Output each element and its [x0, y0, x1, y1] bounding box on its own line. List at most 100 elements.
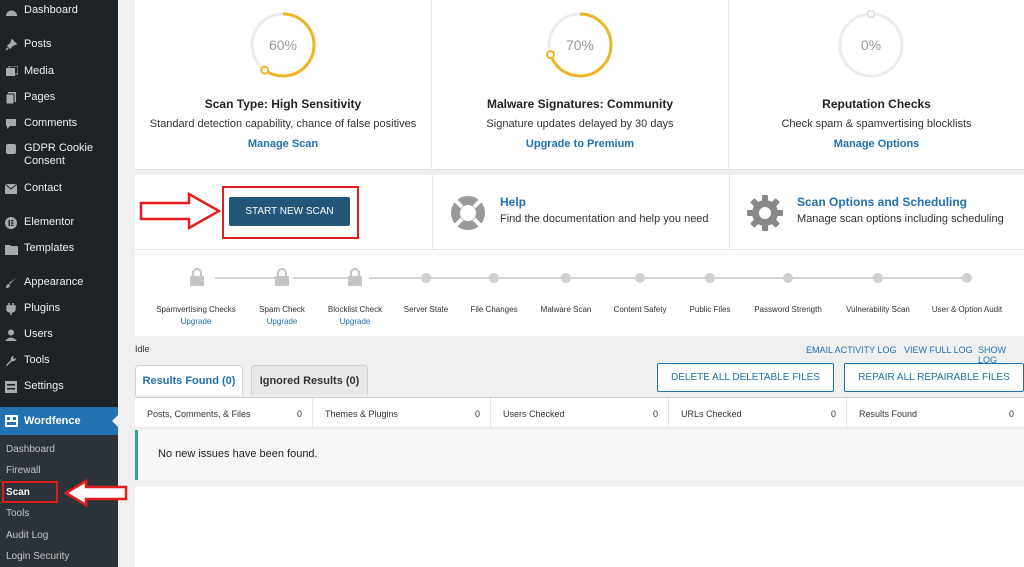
email-activity-log-link[interactable]: EMAIL ACTIVITY LOG	[806, 345, 897, 355]
progress-ring: 70%	[546, 12, 613, 78]
stage-dot	[962, 273, 972, 283]
card-desc: Check spam & spamvertising blocklists	[781, 118, 972, 130]
manage-scan-link[interactable]: Manage Scan	[135, 138, 431, 150]
lock-icon	[190, 268, 204, 286]
upgrade-premium-link[interactable]: Upgrade to Premium	[432, 138, 728, 150]
reputation-checks-card: 0% Reputation Checks Check spam & spamve…	[729, 0, 1024, 170]
malware-signatures-card: 70% Malware Signatures: Community Signat…	[432, 0, 729, 170]
summary-cell: Posts, Comments, & Files 0	[135, 398, 313, 429]
help-desc: Find the documentation and help you need	[500, 213, 709, 225]
brush-icon	[4, 276, 18, 290]
summary-cell: Users Checked 0	[491, 398, 669, 429]
results-area	[135, 487, 1024, 567]
stage-dot	[635, 273, 645, 283]
stage-label: Public Files	[689, 305, 731, 314]
submenu-item-login-security[interactable]: Login Security	[6, 551, 69, 562]
tab-ignored-results[interactable]: Ignored Results (0)	[251, 365, 368, 395]
help-lifebuoy-icon	[451, 196, 485, 230]
sidebar-item-pages[interactable]: Pages	[0, 91, 118, 105]
stage-label: Server State	[403, 305, 449, 314]
sidebar-item-users[interactable]: Users	[0, 328, 118, 342]
submenu-item-dashboard[interactable]: Dashboard	[6, 444, 55, 455]
summary-cell: URLs Checked 0	[669, 398, 847, 429]
progress-ring: 0%	[838, 10, 904, 78]
lock-icon	[275, 268, 289, 286]
scan-stages-progress: Spamvertising Checks Upgrade Spam Check …	[135, 249, 1024, 336]
sidebar-item-gdpr[interactable]: GDPR Cookie Consent	[0, 142, 118, 168]
scan-options-link[interactable]: Scan Options and Scheduling	[797, 195, 967, 209]
progress-percent: 70%	[566, 37, 594, 53]
scan-status-cards: 60% Scan Type: High Sensitivity Standard…	[135, 0, 1024, 170]
delete-all-deletable-button[interactable]: DELETE ALL DELETABLE FILES	[657, 363, 834, 392]
card-desc: Standard detection capability, chance of…	[149, 118, 417, 130]
user-icon	[4, 328, 18, 342]
stage-label: User & Option Audit	[931, 305, 1003, 314]
scan-actions-row: START NEW SCAN Help Find the documentati…	[135, 175, 1024, 249]
stage-label: Malware Scan	[540, 305, 592, 314]
no-issues-message: No new issues have been found.	[158, 448, 318, 460]
sidebar-item-comments[interactable]: Comments	[0, 117, 118, 131]
submenu-item-audit-log[interactable]: Audit Log	[6, 530, 48, 541]
help-link[interactable]: Help	[500, 195, 526, 209]
card-desc: Signature updates delayed by 30 days	[486, 118, 674, 130]
comment-icon	[4, 117, 18, 131]
submenu-item-firewall[interactable]: Firewall	[6, 465, 40, 476]
divider	[432, 175, 433, 249]
scan-type-card: 60% Scan Type: High Sensitivity Standard…	[135, 0, 432, 170]
view-full-log-link[interactable]: VIEW FULL LOG	[904, 345, 973, 355]
start-new-scan-button[interactable]: START NEW SCAN	[229, 197, 350, 226]
sidebar-item-templates[interactable]: Templates	[0, 242, 118, 256]
card-title: Scan Type: High Sensitivity	[204, 97, 362, 111]
stage-dot	[561, 273, 571, 283]
divider	[729, 175, 730, 249]
stage-dot	[705, 273, 715, 283]
issues-panel: No new issues have been found.	[135, 430, 1024, 480]
scan-summary-row: Posts, Comments, & Files 0 Themes & Plug…	[135, 397, 1024, 429]
card-title: Malware Signatures: Community	[486, 97, 674, 111]
scan-options-desc: Manage scan options including scheduling	[797, 213, 1004, 225]
cookie-icon	[4, 142, 18, 156]
stage-label: Password Strength	[754, 305, 822, 314]
stage-label: Vulnerability Scan	[846, 305, 910, 314]
sidebar-item-elementor[interactable]: Elementor	[0, 216, 118, 230]
progress-percent: 0%	[861, 37, 881, 53]
mail-icon	[4, 182, 18, 196]
stage-label: Spam Check	[259, 305, 305, 314]
sidebar-item-wordfence[interactable]: Wordfence	[0, 407, 118, 435]
stage-upgrade-link[interactable]: Upgrade	[267, 317, 298, 326]
sidebar-item-settings[interactable]: Settings	[0, 380, 118, 394]
sidebar-item-media[interactable]: Media	[0, 65, 118, 79]
main-content: 60% Scan Type: High Sensitivity Standard…	[118, 0, 1024, 567]
lock-icon	[348, 268, 362, 286]
dashboard-icon	[4, 4, 18, 18]
pin-icon	[4, 38, 18, 52]
stage-label: File Changes	[470, 305, 518, 314]
progress-ring: 60%	[250, 12, 316, 78]
sidebar-item-posts[interactable]: Posts	[0, 38, 118, 52]
start-scan-pointer-arrow	[139, 192, 221, 230]
stage-label: Content Safety	[613, 305, 667, 314]
sidebar-item-tools[interactable]: Tools	[0, 354, 118, 368]
media-icon	[4, 65, 18, 79]
settings-icon	[4, 380, 18, 394]
repair-all-repairable-button[interactable]: REPAIR ALL REPAIRABLE FILES	[844, 363, 1024, 392]
manage-options-link[interactable]: Manage Options	[729, 138, 1024, 150]
stage-upgrade-link[interactable]: Upgrade	[181, 317, 212, 326]
wrench-icon	[4, 354, 18, 368]
progress-percent: 60%	[269, 37, 297, 53]
stage-label: Blocklist Check	[327, 305, 383, 314]
sidebar-item-plugins[interactable]: Plugins	[0, 302, 118, 316]
sidebar-item-contact[interactable]: Contact	[0, 182, 118, 196]
stage-upgrade-link[interactable]: Upgrade	[340, 317, 371, 326]
stage-label: Spamvertising Checks	[156, 305, 236, 314]
summary-cell: Themes & Plugins 0	[313, 398, 491, 429]
scan-status-text: Idle	[135, 344, 150, 354]
tab-results-found[interactable]: Results Found (0)	[135, 365, 243, 395]
stage-dot	[421, 273, 431, 283]
wordfence-icon	[4, 414, 18, 428]
show-log-link[interactable]: SHOW LOG	[978, 345, 1024, 365]
plug-icon	[4, 302, 18, 316]
sidebar-item-appearance[interactable]: Appearance	[0, 276, 118, 290]
sidebar-item-dashboard[interactable]: Dashboard	[0, 4, 118, 18]
submenu-item-tools[interactable]: Tools	[6, 508, 29, 519]
